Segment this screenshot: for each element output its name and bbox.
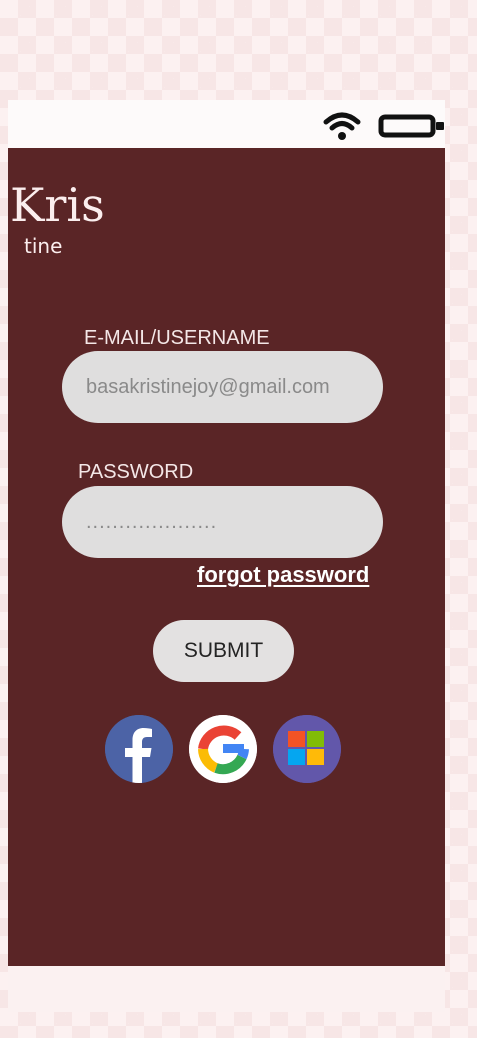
bottom-bar bbox=[8, 966, 445, 1012]
submit-button[interactable]: SUBMIT bbox=[153, 620, 294, 682]
logo-sub: tine bbox=[24, 234, 63, 258]
login-screen: Kris tine E-MAIL/USERNAME basakristinejo… bbox=[8, 148, 445, 966]
battery-icon bbox=[378, 114, 446, 138]
google-icon bbox=[189, 715, 257, 783]
password-field[interactable]: .................... bbox=[62, 486, 383, 558]
facebook-login-button[interactable] bbox=[105, 715, 173, 783]
email-field[interactable]: basakristinejoy@gmail.com bbox=[62, 351, 383, 423]
status-bar bbox=[8, 100, 445, 148]
logo-main: Kris bbox=[10, 178, 105, 232]
microsoft-login-button[interactable] bbox=[273, 715, 341, 783]
wifi-icon bbox=[322, 110, 362, 142]
email-label: E-MAIL/USERNAME bbox=[84, 327, 270, 349]
forgot-password-link[interactable]: forgot password bbox=[197, 562, 369, 588]
facebook-icon bbox=[105, 715, 173, 783]
phone-frame: Kris tine E-MAIL/USERNAME basakristinejo… bbox=[8, 100, 445, 1012]
password-label: PASSWORD bbox=[78, 461, 194, 483]
google-login-button[interactable] bbox=[189, 715, 257, 783]
microsoft-icon bbox=[273, 715, 341, 783]
